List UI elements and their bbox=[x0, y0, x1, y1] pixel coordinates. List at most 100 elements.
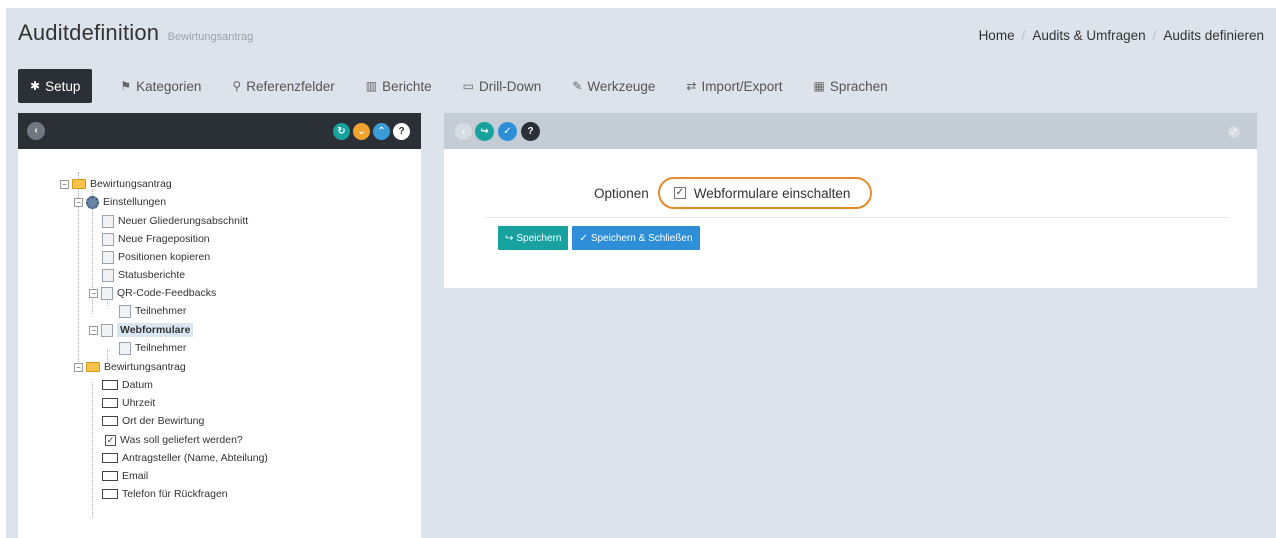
collapse-toggle[interactable]: − bbox=[60, 179, 69, 189]
tab-bar: ✱ Setup ⚑ Kategorien ⚲ Referenzfelder ▥ … bbox=[18, 69, 919, 103]
text-field-icon bbox=[102, 471, 118, 481]
tree-node-positionen-kopieren[interactable]: Positionen kopieren bbox=[102, 249, 210, 265]
tree-line bbox=[92, 382, 93, 517]
tab-label: Sprachen bbox=[829, 78, 888, 94]
save-arrow-icon: ↪ bbox=[505, 232, 514, 244]
tab-berichte[interactable]: ▥ Berichte bbox=[366, 69, 432, 103]
collapse-toggle[interactable]: − bbox=[89, 325, 98, 335]
save-close-button[interactable]: ✓ Speichern & Schließen bbox=[572, 226, 700, 250]
detail-panel: ‹ ↪ ✓ ? ⤢ Optionen ✓ Webformulare einsch… bbox=[444, 113, 1257, 288]
tree-field-uhrzeit[interactable]: Uhrzeit bbox=[102, 395, 155, 411]
text-field-icon bbox=[102, 398, 118, 408]
settings-doc-icon bbox=[119, 341, 131, 355]
settings-doc-icon bbox=[101, 286, 113, 300]
tree-node-qr-code-feedbacks[interactable]: − QR-Code-Feedbacks bbox=[89, 285, 216, 301]
check-icon: ✓ bbox=[579, 232, 588, 244]
tab-sprachen[interactable]: ▦ Sprachen bbox=[813, 69, 887, 103]
settings-doc-icon bbox=[119, 304, 131, 318]
tree-field-email[interactable]: Email bbox=[102, 468, 148, 484]
search-icon: ⚲ bbox=[232, 79, 242, 93]
tab-drill-down[interactable]: ▭ Drill-Down bbox=[463, 69, 542, 103]
breadcrumb-separator: / bbox=[1021, 28, 1026, 43]
options-row: Optionen ✓ Webformulare einschalten bbox=[594, 177, 873, 209]
tree-node-statusberichte[interactable]: Statusberichte bbox=[102, 267, 185, 283]
save-button[interactable]: ↪ Speichern bbox=[498, 226, 569, 250]
tab-label: Setup bbox=[45, 78, 81, 94]
help-icon[interactable]: ? bbox=[521, 122, 540, 141]
tab-label: Kategorien bbox=[136, 78, 202, 94]
breadcrumb: Home / Audits & Umfragen / Audits defini… bbox=[979, 28, 1264, 43]
settings-doc-icon bbox=[102, 268, 114, 282]
tree-node-webformulare-teilnehmer[interactable]: Teilnehmer bbox=[119, 340, 186, 356]
tab-label: Referenzfelder bbox=[246, 78, 335, 94]
text-field-icon bbox=[102, 380, 118, 390]
divider bbox=[484, 217, 1229, 218]
text-field-icon bbox=[102, 416, 118, 426]
webform-toggle[interactable]: ✓ Webformulare einschalten bbox=[657, 177, 873, 209]
help-icon[interactable]: ? bbox=[393, 123, 410, 140]
tab-kategorien[interactable]: ⚑ Kategorien bbox=[120, 69, 201, 103]
title-row: Auditdefinition Bewirtungsantrag bbox=[18, 20, 253, 50]
breadcrumb-home[interactable]: Home bbox=[979, 28, 1015, 43]
expand-icon[interactable]: ⤢ bbox=[1228, 126, 1240, 138]
back-icon[interactable]: ‹ bbox=[27, 122, 45, 140]
collapse-toggle[interactable]: − bbox=[89, 288, 98, 298]
settings-doc-icon bbox=[102, 250, 114, 264]
options-label: Optionen bbox=[594, 185, 649, 201]
tree-node-neue-frageposition[interactable]: Neue Frageposition bbox=[102, 231, 210, 247]
tree-field-lieferung[interactable]: ✓ Was soll geliefert werden? bbox=[105, 432, 243, 448]
collapse-toggle[interactable]: − bbox=[74, 362, 83, 372]
flag-icon: ⚑ bbox=[120, 79, 132, 93]
breadcrumb-audits-umfragen[interactable]: Audits & Umfragen bbox=[1032, 28, 1145, 43]
expand-down-icon[interactable]: ⌄ bbox=[353, 123, 370, 140]
back-icon[interactable]: ‹ bbox=[455, 123, 472, 140]
text-field-icon bbox=[102, 489, 118, 499]
checkbox-icon: ✓ bbox=[105, 434, 116, 446]
gear-icon: ✱ bbox=[30, 79, 41, 93]
gear-icon bbox=[86, 195, 99, 209]
settings-doc-icon bbox=[102, 214, 114, 228]
webform-toggle-label: Webformulare einschalten bbox=[693, 185, 851, 201]
tree-node-qr-teilnehmer[interactable]: Teilnehmer bbox=[119, 303, 186, 319]
tree-node-root[interactable]: − Bewirtungsantrag bbox=[60, 176, 172, 192]
tree-node-form[interactable]: − Bewirtungsantrag bbox=[74, 359, 186, 375]
tree-field-datum[interactable]: Datum bbox=[102, 377, 153, 393]
tab-setup[interactable]: ✱ Setup bbox=[18, 69, 93, 103]
save-button-row: ↪ Speichern ✓ Speichern & Schließen bbox=[498, 226, 700, 250]
collapse-toggle[interactable]: − bbox=[74, 197, 83, 207]
collapse-up-icon[interactable]: ⌃ bbox=[373, 123, 390, 140]
tree-node-neuer-gliederungsabschnitt[interactable]: Neuer Gliederungsabschnitt bbox=[102, 213, 248, 229]
check-icon[interactable]: ✓ bbox=[498, 122, 517, 141]
save-arrow-icon[interactable]: ↪ bbox=[475, 122, 494, 141]
folder-open-icon bbox=[72, 179, 86, 189]
tree-panel: ‹ ↻ ⌄ ⌃ ? − Bewirtungsantrag − Einstellu… bbox=[18, 113, 421, 538]
tab-label: Drill-Down bbox=[479, 78, 542, 94]
exchange-icon: ⇄ bbox=[686, 79, 697, 93]
settings-doc-icon bbox=[101, 323, 113, 337]
tree-field-antragsteller[interactable]: Antragsteller (Name, Abteilung) bbox=[102, 450, 268, 466]
tab-label: Werkzeuge bbox=[587, 78, 656, 94]
breadcrumb-audits-definieren: Audits definieren bbox=[1163, 28, 1264, 43]
folder-icon: ▭ bbox=[462, 79, 474, 93]
text-field-icon bbox=[102, 453, 118, 463]
breadcrumb-separator: / bbox=[1152, 28, 1157, 43]
tree-field-ort[interactable]: Ort der Bewirtung bbox=[102, 413, 204, 429]
detail-toolbar: ‹ ↪ ✓ ? ⤢ bbox=[444, 113, 1257, 149]
checkbox-checked-icon[interactable]: ✓ bbox=[673, 187, 686, 199]
refresh-icon[interactable]: ↻ bbox=[333, 123, 350, 140]
wrench-icon: ✎ bbox=[572, 79, 583, 93]
page: Auditdefinition Bewirtungsantrag Home / … bbox=[6, 8, 1276, 538]
tab-label: Import/Export bbox=[701, 78, 783, 94]
page-title: Auditdefinition bbox=[18, 20, 160, 45]
tree-node-webformulare[interactable]: − Webformulare bbox=[89, 322, 194, 338]
tree-node-einstellungen[interactable]: − Einstellungen bbox=[74, 194, 166, 210]
settings-doc-icon bbox=[102, 232, 114, 246]
tab-referenzfelder[interactable]: ⚲ Referenzfelder bbox=[232, 69, 334, 103]
tree-field-telefon[interactable]: Telefon für Rückfragen bbox=[102, 486, 228, 502]
tab-import-export[interactable]: ⇄ Import/Export bbox=[686, 69, 782, 103]
tab-werkzeuge[interactable]: ✎ Werkzeuge bbox=[572, 69, 655, 103]
tab-label: Berichte bbox=[382, 78, 432, 94]
folder-open-icon bbox=[86, 362, 100, 372]
bar-chart-icon: ▥ bbox=[365, 79, 378, 93]
page-subtitle: Bewirtungsantrag bbox=[167, 31, 254, 43]
